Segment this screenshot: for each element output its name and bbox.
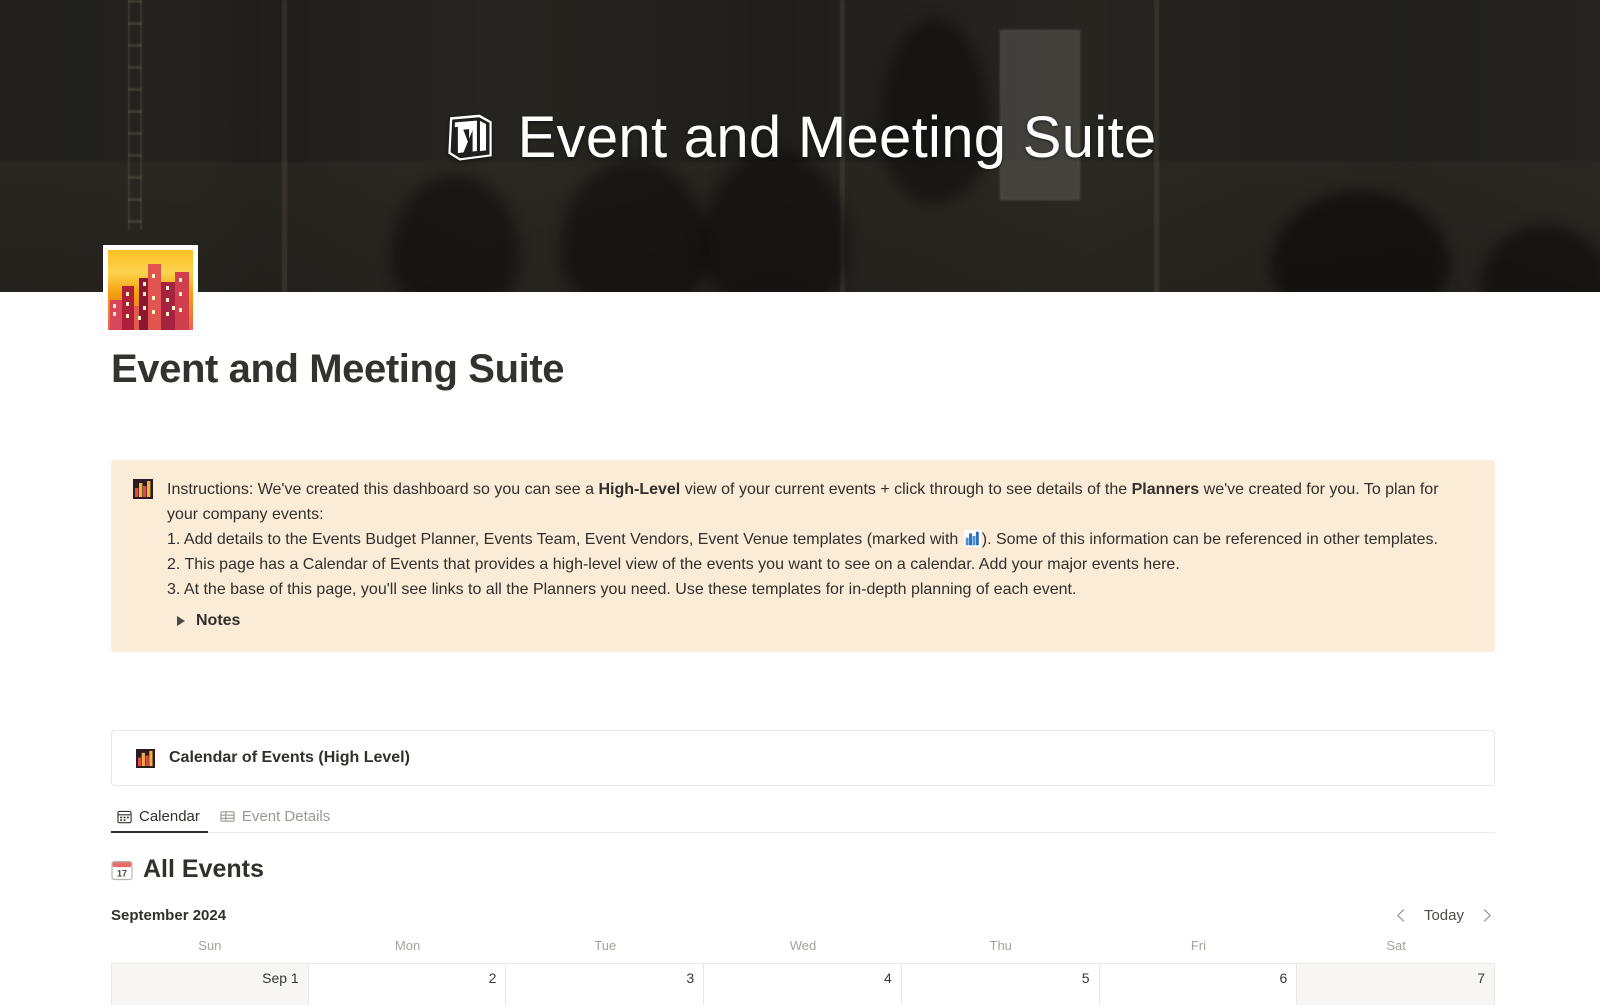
tab-calendar-label: Calendar	[139, 808, 200, 825]
callout-step-2: 2. This page has a Calendar of Events th…	[167, 556, 1180, 573]
today-button[interactable]: Today	[1424, 907, 1464, 924]
callout-step-1-prefix: 1. Add details to the Events Budget Plan…	[167, 531, 963, 548]
tab-event-details-label: Event Details	[241, 808, 331, 825]
calendar-icon	[117, 810, 132, 824]
callout-high-level-bold: High-Level	[598, 481, 681, 498]
view-title-label: All Events	[143, 855, 264, 883]
view-title: 17 All Events	[111, 855, 1495, 884]
notes-toggle-label: Notes	[196, 612, 241, 629]
notion-logo-icon	[447, 114, 492, 161]
callout-step-1: 1. Add details to the Events Budget Plan…	[167, 527, 1473, 552]
bar-chart-emoji	[963, 530, 981, 547]
weekday-sun: Sun	[198, 938, 222, 953]
calendar-navigation: Today	[1397, 907, 1491, 924]
instructions-callout: Instructions: We've created this dashboa…	[111, 460, 1495, 652]
calendar-date-emoji: 17	[111, 860, 133, 880]
weekday-mon: Mon	[394, 938, 421, 953]
callout-intro-mid: view of your current events + click thro…	[680, 481, 1132, 498]
calendar-month-label: September 2024	[111, 907, 227, 924]
calendar-header: September 2024 Today	[111, 907, 1495, 924]
weekday-sat: Sat	[1386, 938, 1406, 953]
database-view-tabs: Calendar Event Details	[111, 799, 1495, 833]
weekday-thu: Thu	[989, 938, 1012, 953]
chevron-right-icon[interactable]	[1478, 909, 1491, 922]
linked-database-card[interactable]: Calendar of Events (High Level)	[111, 730, 1495, 786]
chevron-left-icon[interactable]	[1397, 909, 1410, 922]
callout-planners-bold: Planners	[1131, 481, 1200, 498]
weekday-tue: Tue	[594, 938, 617, 953]
calendar-weekday-header: Sun Mon Tue Wed Thu Fri Sat	[111, 938, 1495, 963]
cover-title: Event and Meeting Suite	[517, 105, 1157, 170]
toggle-triangle-icon[interactable]	[177, 615, 185, 626]
page-title: Event and Meeting Suite	[111, 347, 565, 391]
page-cover: Event and Meeting Suite	[0, 0, 1600, 292]
callout-step-1-suffix: ). Some of this information can be refer…	[981, 531, 1438, 548]
tab-event-details[interactable]: Event Details	[214, 808, 338, 832]
svg-text:17: 17	[117, 868, 127, 878]
notes-toggle[interactable]: Notes	[167, 608, 1473, 633]
callout-step-3: 3. At the base of this page, you'll see …	[167, 581, 1077, 598]
table-icon	[220, 811, 235, 822]
bar-chart-emoji	[133, 479, 153, 499]
weekday-wed: Wed	[789, 938, 817, 953]
linked-database-title: Calendar of Events (High Level)	[169, 749, 410, 766]
bar-chart-emoji	[136, 748, 155, 768]
tab-calendar[interactable]: Calendar	[111, 808, 208, 833]
callout-intro-prefix: Instructions: We've created this dashboa…	[167, 481, 599, 498]
callout-intro: Instructions: We've created this dashboa…	[167, 477, 1473, 527]
weekday-fri: Fri	[1190, 938, 1206, 953]
